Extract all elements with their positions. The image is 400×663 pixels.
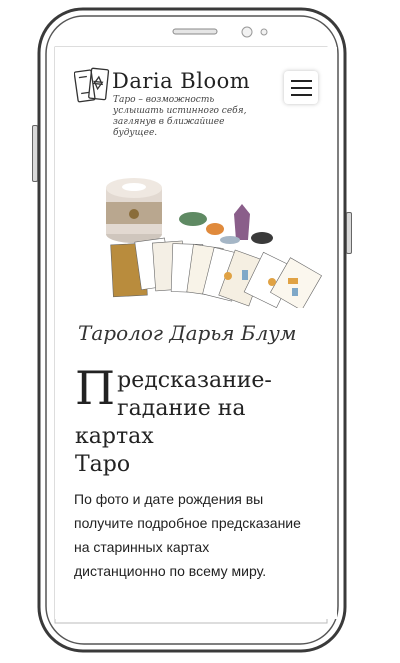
title-line: Таро [75, 452, 131, 477]
volume-button [32, 125, 38, 182]
page-title: П редсказание- гадание на картах Таро [75, 361, 325, 479]
description-text: По фото и дате рождения вы получите подр… [74, 491, 301, 579]
side-button [346, 212, 352, 254]
page-subtitle: Таролог Дарья Блум [78, 321, 297, 345]
tarot-cards-icon [74, 67, 110, 103]
logo-name: Daria Bloom [112, 69, 251, 93]
hero-image [106, 178, 322, 308]
screen: Daria Bloom Таро – возможность услышать … [55, 47, 337, 619]
title-drop-cap: П [75, 361, 116, 415]
menu-button[interactable] [284, 71, 318, 104]
logo-tagline: Таро – возможность услышать истинного се… [113, 95, 247, 138]
logo[interactable]: Daria Bloom Таро – возможность услышать … [74, 65, 250, 138]
hamburger-icon [290, 79, 312, 82]
